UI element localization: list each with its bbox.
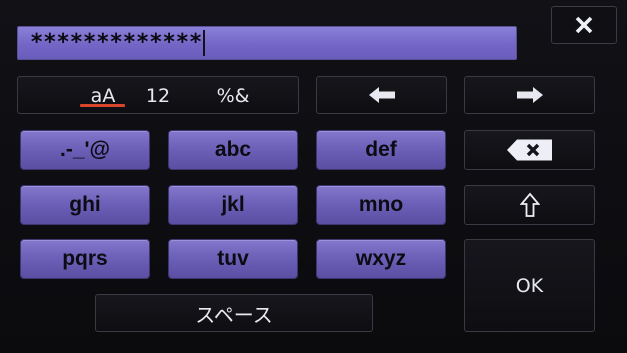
key-def[interactable]: def — [316, 130, 446, 170]
key-label: abc — [214, 138, 252, 161]
space-button[interactable]: スペース — [95, 294, 373, 332]
ok-button[interactable]: OK — [464, 239, 595, 332]
key-ghi[interactable]: ghi — [20, 185, 150, 225]
cursor-right-button[interactable] — [464, 76, 595, 114]
key-label: mno — [358, 193, 404, 216]
backspace-icon — [506, 139, 552, 161]
key-abc[interactable]: abc — [168, 130, 298, 170]
shift-arrow-icon — [519, 192, 540, 217]
arrow-right-icon — [516, 87, 543, 103]
selected-mode-indicator — [80, 104, 125, 107]
key-wxyz[interactable]: wxyz — [316, 239, 446, 279]
space-label: スペース — [195, 302, 273, 327]
key-label: jkl — [221, 193, 245, 216]
mode-alpha-tab[interactable]: aA — [68, 77, 138, 115]
close-button[interactable] — [551, 6, 617, 44]
shift-button[interactable] — [464, 185, 595, 225]
cursor-left-button[interactable] — [316, 76, 447, 114]
mode-numeric-tab[interactable]: 12 — [133, 77, 183, 115]
input-mode-switcher: aA 12 %& — [17, 76, 299, 114]
key-label: ghi — [69, 193, 101, 216]
key-symbols[interactable]: .-_'@ — [20, 130, 150, 170]
key-label: wxyz — [355, 247, 407, 270]
key-label: def — [365, 138, 397, 161]
key-label: .-_'@ — [60, 138, 110, 161]
key-label: pqrs — [62, 247, 108, 270]
key-pqrs[interactable]: pqrs — [20, 239, 150, 279]
mode-numeric-label: 12 — [145, 85, 171, 107]
password-input[interactable]: ************* — [17, 26, 517, 60]
key-label: tuv — [217, 247, 249, 270]
key-tuv[interactable]: tuv — [168, 239, 298, 279]
text-caret — [203, 30, 206, 56]
mode-symbol-tab[interactable]: %& — [208, 77, 258, 115]
mode-symbol-label: %& — [216, 85, 250, 107]
text-entry-screen: ************* aA 12 %& .-_'@ abc def ghi… — [0, 0, 627, 353]
backspace-button[interactable] — [464, 130, 595, 170]
key-jkl[interactable]: jkl — [168, 185, 298, 225]
close-icon — [575, 16, 593, 34]
key-mno[interactable]: mno — [316, 185, 446, 225]
password-masked-value: ************* — [30, 30, 203, 55]
ok-label: OK — [515, 274, 544, 297]
arrow-left-icon — [368, 87, 395, 103]
